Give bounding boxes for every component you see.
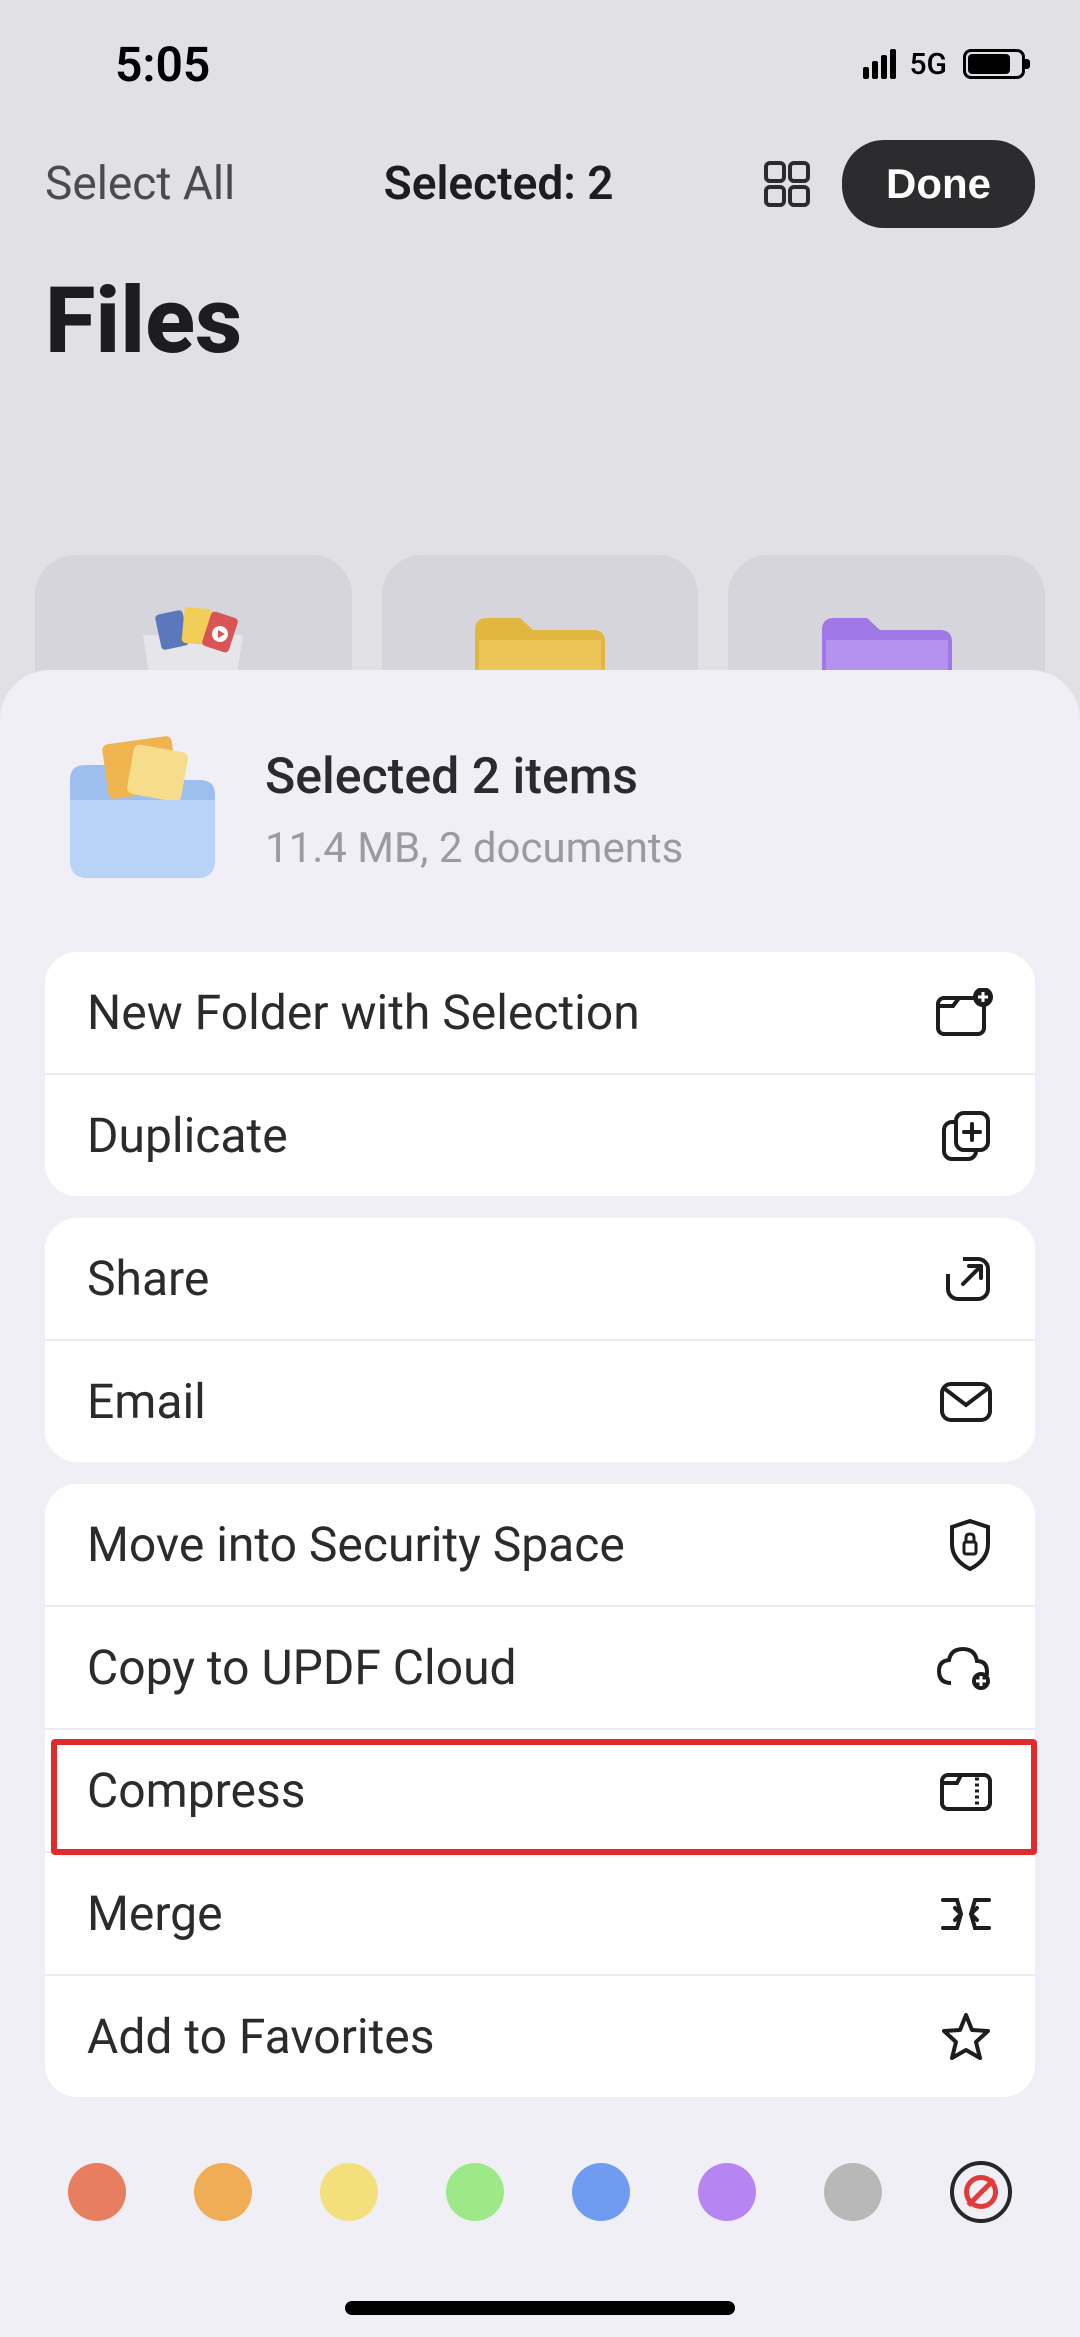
- menu-label: Merge: [87, 1885, 223, 1942]
- select-all-button[interactable]: Select All: [45, 157, 235, 211]
- star-icon: [939, 2011, 993, 2063]
- menu-item-share[interactable]: Share: [45, 1218, 1035, 1341]
- menu-label: Duplicate: [87, 1107, 288, 1164]
- color-tag-row: [0, 2119, 1080, 2265]
- menu-label: Move into Security Space: [87, 1516, 625, 1573]
- menu-group-share: Share Email: [45, 1218, 1035, 1462]
- action-sheet: Selected 2 items 11.4 MB, 2 documents Ne…: [0, 670, 1080, 2337]
- menu-label: Add to Favorites: [87, 2008, 435, 2065]
- cloud-plus-icon: [935, 1645, 993, 1691]
- merge-icon: [939, 1890, 993, 1938]
- color-tag-none[interactable]: [950, 2161, 1012, 2223]
- sheet-title: Selected 2 items: [265, 748, 683, 806]
- color-tag-3[interactable]: [320, 2163, 378, 2221]
- menu-label: Share: [87, 1250, 209, 1307]
- compress-icon: [939, 1769, 993, 1813]
- status-bar: 5:05 5G: [0, 0, 1080, 100]
- menu-label: Compress: [87, 1762, 305, 1819]
- shield-lock-icon: [947, 1518, 993, 1572]
- status-right: 5G: [863, 47, 1026, 82]
- menu-item-merge[interactable]: Merge: [45, 1853, 1035, 1976]
- done-button[interactable]: Done: [842, 140, 1035, 228]
- selected-count-label: Selected: 2: [265, 157, 732, 211]
- menu-item-security-space[interactable]: Move into Security Space: [45, 1484, 1035, 1607]
- menu-label: Email: [87, 1373, 206, 1430]
- battery-icon: [963, 49, 1025, 79]
- duplicate-icon: [941, 1110, 993, 1162]
- menu-item-duplicate[interactable]: Duplicate: [45, 1075, 1035, 1196]
- menu-item-copy-cloud[interactable]: Copy to UPDF Cloud: [45, 1607, 1035, 1730]
- status-time: 5:05: [115, 36, 210, 93]
- color-tag-5[interactable]: [572, 2163, 630, 2221]
- page-title: Files: [0, 228, 1080, 375]
- prohibit-icon: [964, 2175, 998, 2209]
- menu-group-create: New Folder with Selection Duplicate: [45, 952, 1035, 1196]
- grid-icon: [764, 161, 810, 207]
- selection-toolbar: Select All Selected: 2 Done: [0, 100, 1080, 228]
- menu-label: New Folder with Selection: [87, 984, 640, 1041]
- color-tag-6[interactable]: [698, 2163, 756, 2221]
- menu-item-add-favorites[interactable]: Add to Favorites: [45, 1976, 1035, 2097]
- color-tag-4[interactable]: [446, 2163, 504, 2221]
- grid-view-button[interactable]: [762, 159, 812, 209]
- email-icon: [939, 1381, 993, 1423]
- cellular-signal-icon: [863, 49, 896, 79]
- sheet-header: Selected 2 items 11.4 MB, 2 documents: [0, 670, 1080, 930]
- folder-plus-icon: [935, 988, 993, 1038]
- menu-item-compress[interactable]: Compress: [45, 1730, 1035, 1853]
- sheet-subtitle: 11.4 MB, 2 documents: [265, 824, 683, 873]
- folder-blue-icon: [55, 730, 225, 890]
- home-indicator: [345, 2301, 735, 2315]
- color-tag-1[interactable]: [68, 2163, 126, 2221]
- network-type: 5G: [910, 47, 948, 82]
- menu-item-email[interactable]: Email: [45, 1341, 1035, 1462]
- menu-item-new-folder[interactable]: New Folder with Selection: [45, 952, 1035, 1075]
- color-tag-2[interactable]: [194, 2163, 252, 2221]
- share-icon: [943, 1254, 993, 1304]
- menu-label: Copy to UPDF Cloud: [87, 1639, 517, 1696]
- menu-group-operations: Move into Security Space Copy to UPDF Cl…: [45, 1484, 1035, 2097]
- color-tag-7[interactable]: [824, 2163, 882, 2221]
